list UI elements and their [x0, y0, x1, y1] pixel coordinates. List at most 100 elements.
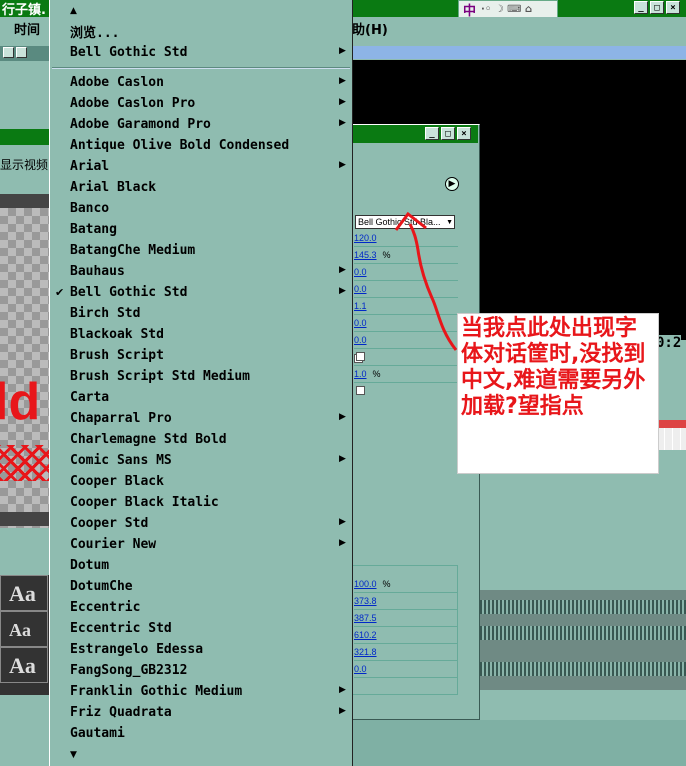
font-menu-item[interactable]: Batang [70, 222, 117, 237]
property-divider [354, 626, 458, 627]
panel-maximize-button[interactable] [16, 47, 27, 58]
font-menu-item[interactable]: Cooper Black Italic [70, 495, 219, 510]
submenu-arrow-icon: ▶ [339, 97, 346, 107]
property-value[interactable]: 321.8 [354, 647, 377, 657]
preview-pattern [0, 445, 50, 481]
property-value[interactable]: 120.0 [354, 233, 377, 243]
property-divider [354, 382, 458, 383]
scroll-down-icon[interactable]: ▼ [70, 750, 77, 760]
property-divider [354, 660, 458, 661]
font-menu-item[interactable]: Friz Quadrata [70, 705, 172, 720]
style-thumbnails: Aa Aa Aa [0, 575, 50, 695]
preview-footer [0, 512, 50, 526]
font-menu-item[interactable]: Adobe Caslon Pro [70, 96, 195, 111]
font-menu-item[interactable]: Blackoak Std [70, 327, 164, 342]
font-menu-item[interactable]: Eccentric [70, 600, 140, 615]
property-value[interactable]: 1.0 [354, 369, 367, 379]
font-menu-item[interactable]: Bell Gothic Std [70, 285, 187, 300]
font-menu-item[interactable]: Cooper Black [70, 474, 164, 489]
left-panel-header [0, 46, 50, 61]
font-menu-item[interactable]: Bauhaus [70, 264, 125, 279]
audio-waveform[interactable] [480, 600, 686, 614]
audio-waveform[interactable] [480, 626, 686, 640]
properties-window-controls: _ □ × [425, 127, 471, 140]
menu-time[interactable]: 时间 [14, 19, 40, 38]
show-video-label[interactable]: 显示视频 [0, 156, 48, 173]
menu-help[interactable]: 助(H) [352, 19, 388, 38]
property-value[interactable]: 0.0 [354, 335, 367, 345]
scroll-up-icon[interactable]: ▲ [70, 6, 77, 16]
submenu-arrow-icon: ▶ [339, 160, 346, 170]
panel-menu-icon[interactable]: ▶ [445, 177, 459, 191]
submenu-arrow-icon: ▶ [339, 286, 346, 296]
font-menu-item[interactable]: Chaparral Pro [70, 411, 172, 426]
preview-header [0, 194, 50, 208]
monitor-header [352, 46, 686, 59]
property-value[interactable]: 1.1 [354, 301, 367, 311]
close-button[interactable]: × [457, 127, 471, 140]
font-menu-item[interactable]: Adobe Caslon [70, 75, 164, 90]
property-value[interactable]: 0.0 [354, 664, 367, 674]
property-value[interactable]: 387.5 [354, 613, 377, 623]
style-thumb[interactable]: Aa [0, 611, 48, 647]
font-menu-item[interactable]: BatangChe Medium [70, 243, 195, 258]
property-row: 610.2 [354, 630, 383, 640]
font-menu-item[interactable]: Eccentric Std [70, 621, 172, 636]
font-menu-item[interactable]: Estrangelo Edessa [70, 642, 203, 657]
font-menu-item[interactable]: Arial Black [70, 180, 156, 195]
app-title: 行子镇. [2, 3, 46, 18]
property-row: 387.5 [354, 613, 383, 623]
property-row: 0.0 [354, 664, 373, 674]
ime-options-icon[interactable]: ·◦ ☽ ⌨ ⌂ [481, 4, 532, 15]
property-checkbox[interactable] [356, 352, 365, 361]
property-row: 145.3% [354, 250, 391, 260]
property-value[interactable]: 0.0 [354, 318, 367, 328]
font-menu-item[interactable]: Brush Script [70, 348, 164, 363]
maximize-button[interactable]: □ [441, 127, 455, 140]
property-value[interactable]: 0.0 [354, 267, 367, 277]
menu-item-browse[interactable]: 浏览... [70, 22, 119, 41]
style-thumb[interactable]: Aa [0, 575, 48, 611]
font-menu-item[interactable]: DotumChe [70, 579, 133, 594]
font-menu-item[interactable]: Courier New [70, 537, 156, 552]
minimize-button[interactable]: _ [425, 127, 439, 140]
property-divider [354, 365, 458, 366]
property-checkbox[interactable] [356, 386, 365, 395]
font-menu-item[interactable]: Adobe Garamond Pro [70, 117, 211, 132]
font-menu-item[interactable]: Cooper Std [70, 516, 148, 531]
property-row: 100.0% [354, 579, 391, 589]
close-button[interactable]: × [666, 1, 680, 14]
property-row: 1.1 [354, 301, 373, 311]
font-menu-item[interactable]: Comic Sans MS [70, 453, 172, 468]
panel-minimize-button[interactable] [3, 47, 14, 58]
menu-item-recent-font[interactable]: Bell Gothic Std [70, 45, 187, 60]
font-menu-item[interactable]: Arial [70, 159, 109, 174]
property-row: 120.0 [354, 233, 383, 243]
font-menu-item[interactable]: Banco [70, 201, 109, 216]
submenu-arrow-icon: ▶ [339, 517, 346, 527]
property-value[interactable]: 145.3 [354, 250, 377, 260]
style-thumb[interactable]: Aa [0, 647, 48, 683]
font-menu-item[interactable]: Carta [70, 390, 109, 405]
property-value[interactable]: 0.0 [354, 284, 367, 294]
font-menu-item[interactable]: Gautami [70, 726, 125, 741]
font-menu-item[interactable]: Charlemagne Std Bold [70, 432, 227, 447]
preview-text: ld [0, 373, 41, 431]
font-menu-item[interactable]: Franklin Gothic Medium [70, 684, 242, 699]
font-menu-item[interactable]: FangSong_GB2312 [70, 663, 187, 678]
submenu-arrow-icon: ▶ [339, 685, 346, 695]
property-row: 0.0 [354, 335, 373, 345]
maximize-button[interactable]: □ [650, 1, 664, 14]
property-divider [354, 643, 458, 644]
app-window-controls: _ □ × [634, 1, 680, 15]
property-value[interactable]: 373.8 [354, 596, 377, 606]
property-value[interactable]: 100.0 [354, 579, 377, 589]
audio-waveform[interactable] [480, 662, 686, 676]
property-value[interactable]: 610.2 [354, 630, 377, 640]
minimize-button[interactable]: _ [634, 1, 648, 14]
property-divider [354, 677, 458, 678]
font-menu-item[interactable]: Antique Olive Bold Condensed [70, 138, 289, 153]
font-menu-item[interactable]: Brush Script Std Medium [70, 369, 250, 384]
font-menu-item[interactable]: Dotum [70, 558, 109, 573]
font-menu-item[interactable]: Birch Std [70, 306, 140, 321]
